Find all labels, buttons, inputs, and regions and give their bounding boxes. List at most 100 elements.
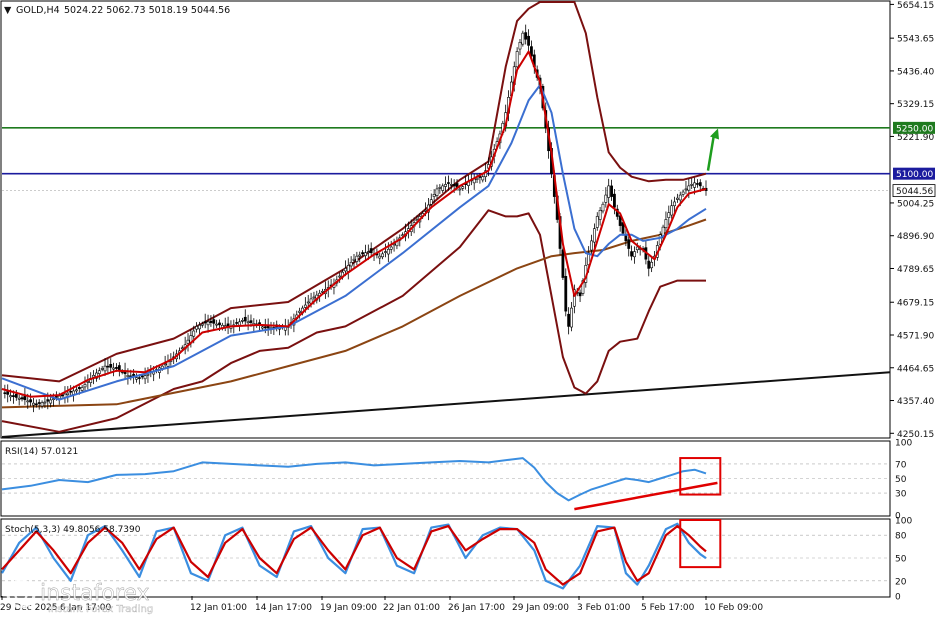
candle-body: [592, 228, 596, 243]
candle-body: [449, 184, 453, 186]
candle-body: [306, 301, 310, 304]
candle-body: [206, 321, 210, 326]
candle-body: [135, 377, 138, 380]
candle-body: [475, 177, 479, 180]
candle-body: [246, 321, 250, 324]
candle-body: [633, 251, 636, 258]
candle-body: [238, 321, 241, 326]
candle-body: [37, 402, 41, 404]
candle-body: [97, 370, 101, 374]
candle-body: [215, 323, 219, 326]
x-tick-label: 14 Jan 17:00: [255, 603, 312, 613]
candle-body: [690, 184, 694, 186]
candle-body: [667, 212, 671, 218]
candle-body: [515, 51, 519, 68]
candle-body: [441, 185, 445, 191]
candle-body: [66, 392, 70, 395]
candle-body: [435, 188, 439, 196]
candle-body: [481, 176, 485, 181]
candle-body: [243, 316, 247, 322]
rsi-y-tick-label: 70: [895, 460, 907, 470]
candle-body: [14, 393, 18, 398]
candle-body: [86, 381, 90, 383]
current-price-label: 5044.56: [896, 187, 933, 197]
candle-body: [203, 321, 207, 324]
candle-body: [361, 252, 364, 255]
candle-body: [83, 384, 87, 388]
candle-body: [212, 319, 216, 324]
candle-body: [378, 255, 382, 259]
candle-body: [432, 193, 436, 197]
candle-body: [186, 339, 190, 344]
candle-body: [115, 367, 118, 369]
candle-body: [613, 193, 616, 208]
candle-body: [670, 205, 674, 216]
candle-body: [369, 248, 373, 254]
candle-body: [658, 234, 662, 245]
candle-body: [578, 292, 582, 297]
candle-body: [604, 194, 608, 203]
candle-body: [240, 320, 244, 322]
x-tick-label: 12 Jan 01:00: [190, 603, 247, 613]
y-tick-label: 4789.65: [897, 265, 934, 275]
y-tick-label: 5654.15: [897, 1, 934, 11]
candle-body: [687, 185, 691, 191]
candle-body: [381, 253, 385, 258]
candle-body: [518, 42, 522, 50]
candle-body: [17, 397, 21, 400]
y-tick-label: 4464.65: [897, 364, 934, 374]
candle-body: [32, 402, 35, 406]
candle-body: [527, 35, 530, 46]
candle-body: [698, 182, 702, 187]
candle-body: [26, 400, 30, 403]
y-tick-label: 5221.90: [897, 133, 934, 143]
x-tick-label: 22 Jan 01:00: [383, 603, 440, 613]
candle-body: [100, 368, 104, 370]
candle-body: [235, 322, 239, 324]
candle-body: [355, 255, 359, 262]
candle-body: [598, 210, 602, 220]
candle-body: [447, 182, 450, 184]
candle-body: [112, 367, 116, 370]
candle-body: [29, 399, 33, 403]
candle-body: [140, 375, 144, 378]
rsi-title: RSI(14) 57.0121: [5, 447, 78, 457]
candle-body: [521, 32, 525, 45]
collapse-triangle-icon[interactable]: ▼: [4, 5, 12, 16]
candle-body: [389, 246, 393, 250]
candle-body: [126, 374, 130, 377]
stoch-y-tick-label: 80: [895, 532, 907, 542]
x-tick-label: 3 Feb 01:00: [577, 603, 631, 613]
candle-body: [3, 392, 7, 395]
candle-body: [438, 187, 442, 189]
candle-body: [561, 249, 565, 278]
candle-body: [444, 184, 447, 187]
candle-body: [358, 254, 362, 257]
candle-body: [198, 324, 201, 330]
candle-body: [627, 239, 631, 249]
candle-body: [117, 365, 121, 371]
candle-body: [209, 320, 213, 323]
x-tick-label: 19 Jan 09:00: [320, 603, 377, 613]
candle-body: [352, 258, 356, 261]
candle-body: [524, 32, 528, 40]
candle-body: [429, 199, 433, 205]
candle-body: [452, 184, 456, 187]
stoch-y-tick-label: 0: [895, 593, 901, 603]
candle-body: [664, 219, 668, 229]
y-tick-label: 4357.40: [897, 397, 934, 407]
candle-body: [366, 251, 370, 253]
candle-body: [349, 261, 353, 267]
x-tick-label: 26 Jan 17:00: [448, 603, 505, 613]
ohlc-readout: 5024.22 5062.73 5018.19 5044.56: [64, 5, 230, 16]
candle-body: [218, 322, 221, 326]
candle-body: [384, 251, 387, 253]
candle-body: [77, 387, 81, 389]
candle-body: [610, 185, 613, 197]
candle-body: [607, 185, 611, 198]
candle-body: [647, 260, 651, 269]
candle-body: [6, 391, 10, 395]
candle-body: [346, 265, 350, 272]
candle-body: [344, 268, 347, 272]
candle-body: [564, 276, 568, 312]
